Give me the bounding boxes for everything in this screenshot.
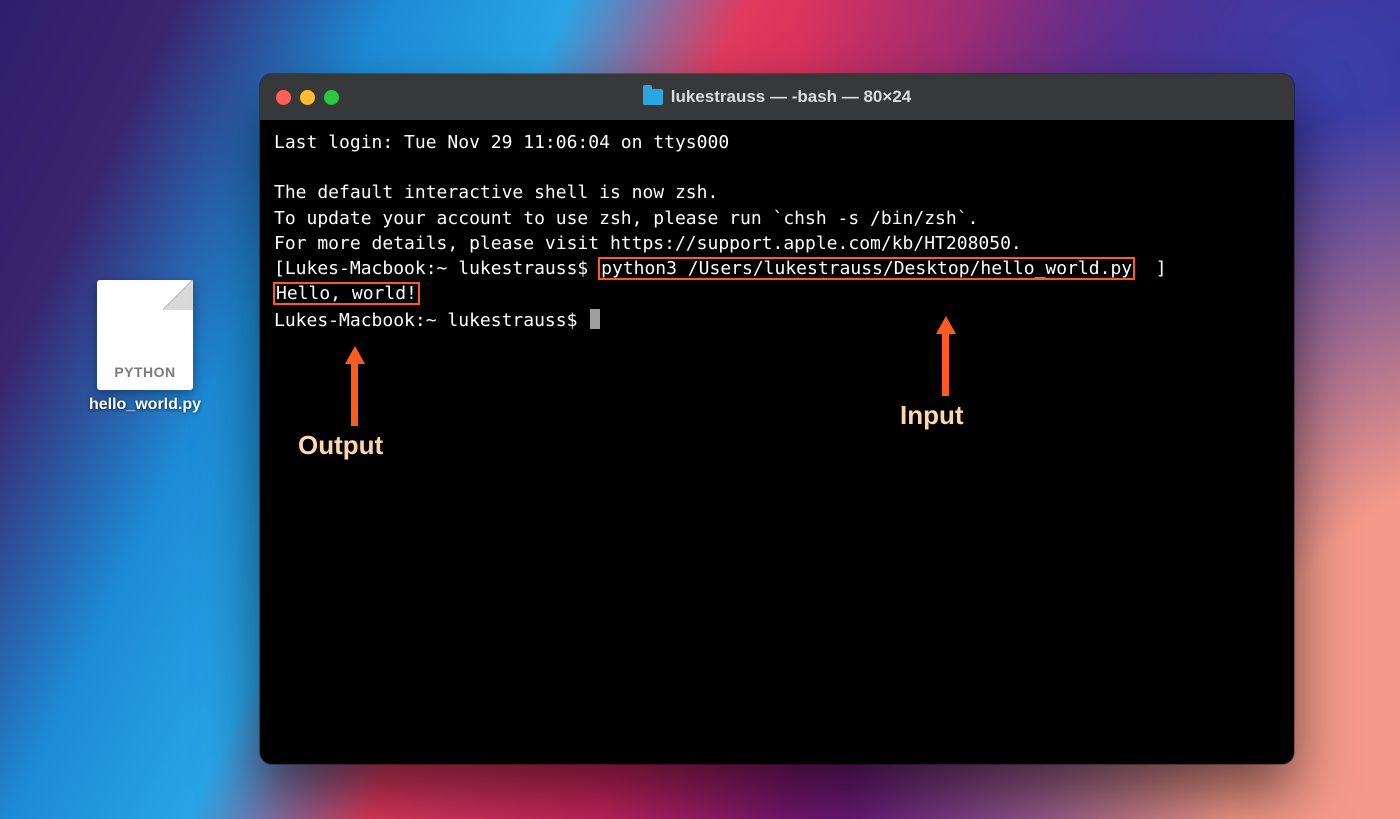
python-file-icon: PYTHON [97,280,193,390]
terminal-msg-zsh1: The default interactive shell is now zsh… [274,182,718,203]
terminal-prompt-2: Lukes-Macbook:~ lukestrauss$ [274,310,588,331]
terminal-input-command: python3 /Users/lukestrauss/Desktop/hello… [599,258,1134,279]
desktop-file-label: hello_world.py [75,396,215,414]
window-title: lukestrauss — -bash — 80×24 [260,87,1294,107]
terminal-prompt-1: [Lukes-Macbook:~ lukestrauss$ [274,258,599,279]
zoom-button[interactable] [324,90,339,105]
window-titlebar[interactable]: lukestrauss — -bash — 80×24 [260,74,1294,120]
terminal-output: Hello, world! [274,283,419,304]
terminal-msg-zsh2: To update your account to use zsh, pleas… [274,208,978,229]
terminal-cursor [590,309,600,329]
terminal-msg-zsh3: For more details, please visit https://s… [274,233,1022,254]
terminal-body[interactable]: Last login: Tue Nov 29 11:06:04 on ttys0… [260,120,1294,344]
window-title-text: lukestrauss — -bash — 80×24 [671,87,911,107]
annotation-arrow-input-stem [942,332,949,396]
terminal-last-login: Last login: Tue Nov 29 11:06:04 on ttys0… [274,132,729,153]
minimize-button[interactable] [300,90,315,105]
terminal-window[interactable]: lukestrauss — -bash — 80×24 Last login: … [260,74,1294,764]
annotation-arrow-output-stem [351,362,358,426]
folder-icon [643,89,663,105]
terminal-prompt-1-close: ] [1134,258,1167,279]
file-type-badge: PYTHON [97,364,193,380]
window-controls [276,90,339,105]
close-button[interactable] [276,90,291,105]
desktop-file-hello-world[interactable]: PYTHON hello_world.py [75,280,215,414]
